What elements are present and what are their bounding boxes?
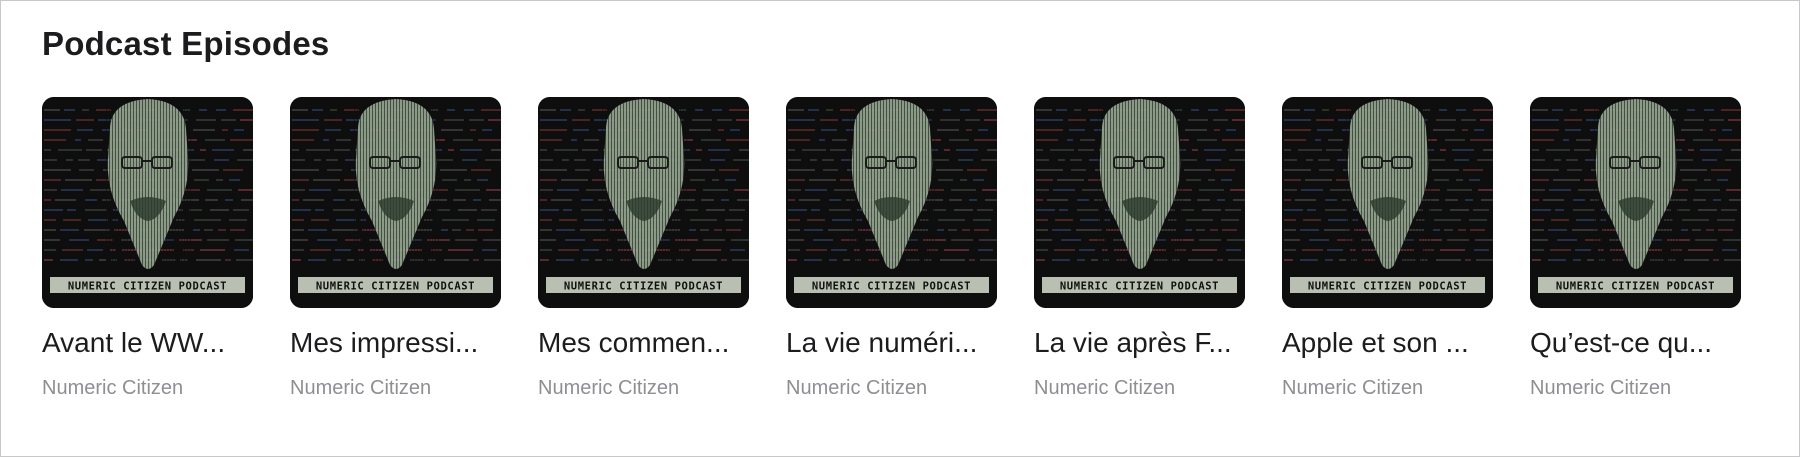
episode-title: Mes impressi... xyxy=(290,327,479,358)
episode-author: Numeric Citizen xyxy=(1282,377,1424,399)
episode-artwork: NUMERIC CITIZEN PODCAST xyxy=(290,97,501,308)
portrait-figure xyxy=(1594,97,1679,272)
episode-artwork: NUMERIC CITIZEN PODCAST xyxy=(786,97,997,308)
episode-row: NUMERIC CITIZEN PODCAST Avant le WW... N… xyxy=(42,97,1741,400)
podcast-cover-image: NUMERIC CITIZEN PODCAST xyxy=(786,97,997,308)
cover-banner-text: NUMERIC CITIZEN PODCAST xyxy=(68,281,227,293)
episode-title: Apple et son ... xyxy=(1282,327,1469,358)
portrait-figure xyxy=(602,97,687,272)
podcast-cover-image: NUMERIC CITIZEN PODCAST xyxy=(1282,97,1493,308)
portrait-figure xyxy=(1098,97,1183,272)
portrait-figure xyxy=(354,97,439,272)
episode-artwork: NUMERIC CITIZEN PODCAST xyxy=(1530,97,1741,308)
episode-card[interactable]: NUMERIC CITIZEN PODCAST La vie après F..… xyxy=(1034,97,1245,400)
episode-card[interactable]: NUMERIC CITIZEN PODCAST Mes impressi... … xyxy=(290,97,501,400)
episode-author: Numeric Citizen xyxy=(538,377,680,399)
episode-card[interactable]: NUMERIC CITIZEN PODCAST Apple et son ...… xyxy=(1282,97,1493,400)
podcast-cover-image: NUMERIC CITIZEN PODCAST xyxy=(538,97,749,308)
episode-artwork: NUMERIC CITIZEN PODCAST xyxy=(42,97,253,308)
episode-title: Mes commen... xyxy=(538,327,730,358)
episode-artwork: NUMERIC CITIZEN PODCAST xyxy=(1034,97,1245,308)
episode-artwork: NUMERIC CITIZEN PODCAST xyxy=(1282,97,1493,308)
episode-title: La vie après F... xyxy=(1034,327,1232,358)
episode-card[interactable]: NUMERIC CITIZEN PODCAST Avant le WW... N… xyxy=(42,97,253,400)
episode-card[interactable]: NUMERIC CITIZEN PODCAST Mes commen... Nu… xyxy=(538,97,749,400)
episode-artwork: NUMERIC CITIZEN PODCAST xyxy=(538,97,749,308)
episode-author: Numeric Citizen xyxy=(786,377,928,399)
podcast-cover-image: NUMERIC CITIZEN PODCAST xyxy=(290,97,501,308)
episode-author: Numeric Citizen xyxy=(290,377,432,399)
episode-title: Qu’est-ce qu... xyxy=(1530,327,1713,358)
cover-banner-text: NUMERIC CITIZEN PODCAST xyxy=(1308,281,1467,293)
portrait-figure xyxy=(850,97,935,272)
podcast-cover-image: NUMERIC CITIZEN PODCAST xyxy=(1034,97,1245,308)
portrait-figure xyxy=(106,97,191,272)
section-title: Podcast Episodes xyxy=(42,25,330,62)
episode-card[interactable]: NUMERIC CITIZEN PODCAST Qu’est-ce qu... … xyxy=(1530,97,1741,400)
episode-author: Numeric Citizen xyxy=(1530,377,1672,399)
podcast-cover-image: NUMERIC CITIZEN PODCAST xyxy=(42,97,253,308)
episode-card[interactable]: NUMERIC CITIZEN PODCAST La vie numéri...… xyxy=(786,97,997,400)
podcast-cover-image: NUMERIC CITIZEN PODCAST xyxy=(1530,97,1741,308)
portrait-figure xyxy=(1346,97,1431,272)
cover-banner-text: NUMERIC CITIZEN PODCAST xyxy=(564,281,723,293)
podcast-episodes-shelf: Podcast Episodes NUMERIC CITIZEN PODCAST… xyxy=(0,0,1800,457)
episode-author: Numeric Citizen xyxy=(42,377,184,399)
cover-banner-text: NUMERIC CITIZEN PODCAST xyxy=(316,281,475,293)
episode-title: La vie numéri... xyxy=(786,327,978,358)
cover-banner-text: NUMERIC CITIZEN PODCAST xyxy=(1556,281,1715,293)
episode-title: Avant le WW... xyxy=(42,327,226,358)
episode-author: Numeric Citizen xyxy=(1034,377,1176,399)
cover-banner-text: NUMERIC CITIZEN PODCAST xyxy=(1060,281,1219,293)
cover-banner-text: NUMERIC CITIZEN PODCAST xyxy=(812,281,971,293)
